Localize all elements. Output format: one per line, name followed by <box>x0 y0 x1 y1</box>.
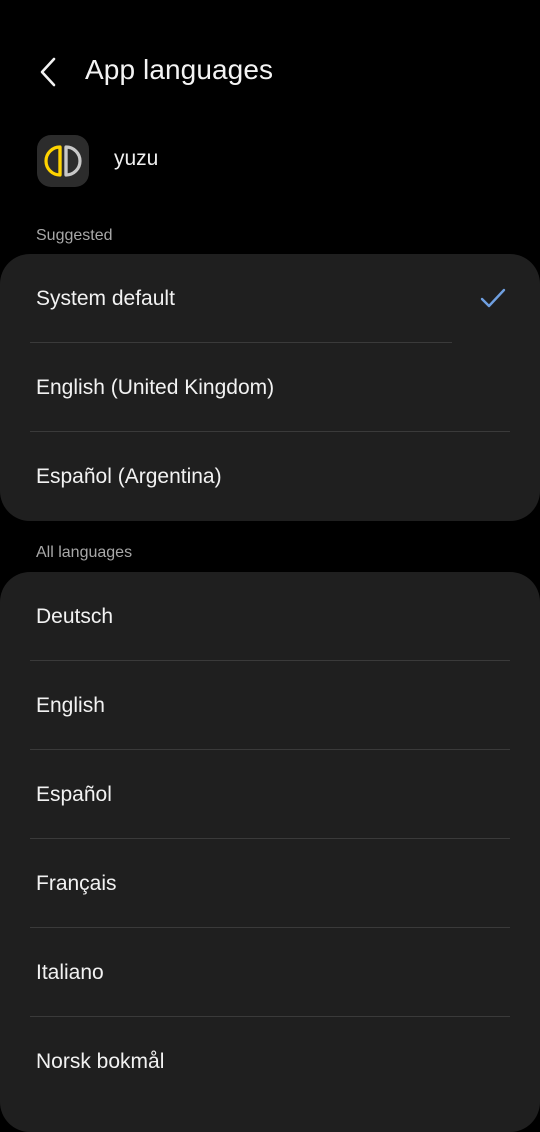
page-title: App languages <box>85 54 274 85</box>
language-label: System default <box>36 286 175 310</box>
language-label: English (United Kingdom) <box>36 375 275 399</box>
section-label-all-languages: All languages <box>36 544 133 561</box>
language-label: Norsk bokmål <box>36 1049 165 1073</box>
chevron-left-icon <box>40 57 56 87</box>
language-label: Français <box>36 871 117 895</box>
yuzu-app-icon <box>37 135 89 187</box>
language-option-francais[interactable]: Français <box>0 839 540 928</box>
language-option-deutsch[interactable]: Deutsch <box>0 572 540 661</box>
language-option-espanol-argentina[interactable]: Español (Argentina) <box>0 432 540 521</box>
language-label: English <box>36 693 105 717</box>
language-option-english-uk[interactable]: English (United Kingdom) <box>0 343 540 432</box>
back-button[interactable] <box>26 50 70 94</box>
language-label: Deutsch <box>36 604 114 628</box>
suggested-languages-card: System default English (United Kingdom) … <box>0 254 540 521</box>
app-info-row: yuzu <box>0 130 540 194</box>
language-option-system-default[interactable]: System default <box>0 254 540 343</box>
language-option-italiano[interactable]: Italiano <box>0 928 540 1017</box>
language-option-english[interactable]: English <box>0 661 540 750</box>
language-label: Español <box>36 782 112 806</box>
app-name: yuzu <box>114 147 159 170</box>
all-languages-card: Deutsch English Español Français Italian… <box>0 572 540 1132</box>
language-option-espanol[interactable]: Español <box>0 750 540 839</box>
checkmark-icon <box>480 288 506 308</box>
language-option-norsk-bokmal[interactable]: Norsk bokmål <box>0 1017 540 1106</box>
language-label: Italiano <box>36 960 104 984</box>
app-bar: App languages <box>0 0 540 130</box>
language-label: Español (Argentina) <box>36 464 222 488</box>
section-label-suggested: Suggested <box>36 227 113 244</box>
